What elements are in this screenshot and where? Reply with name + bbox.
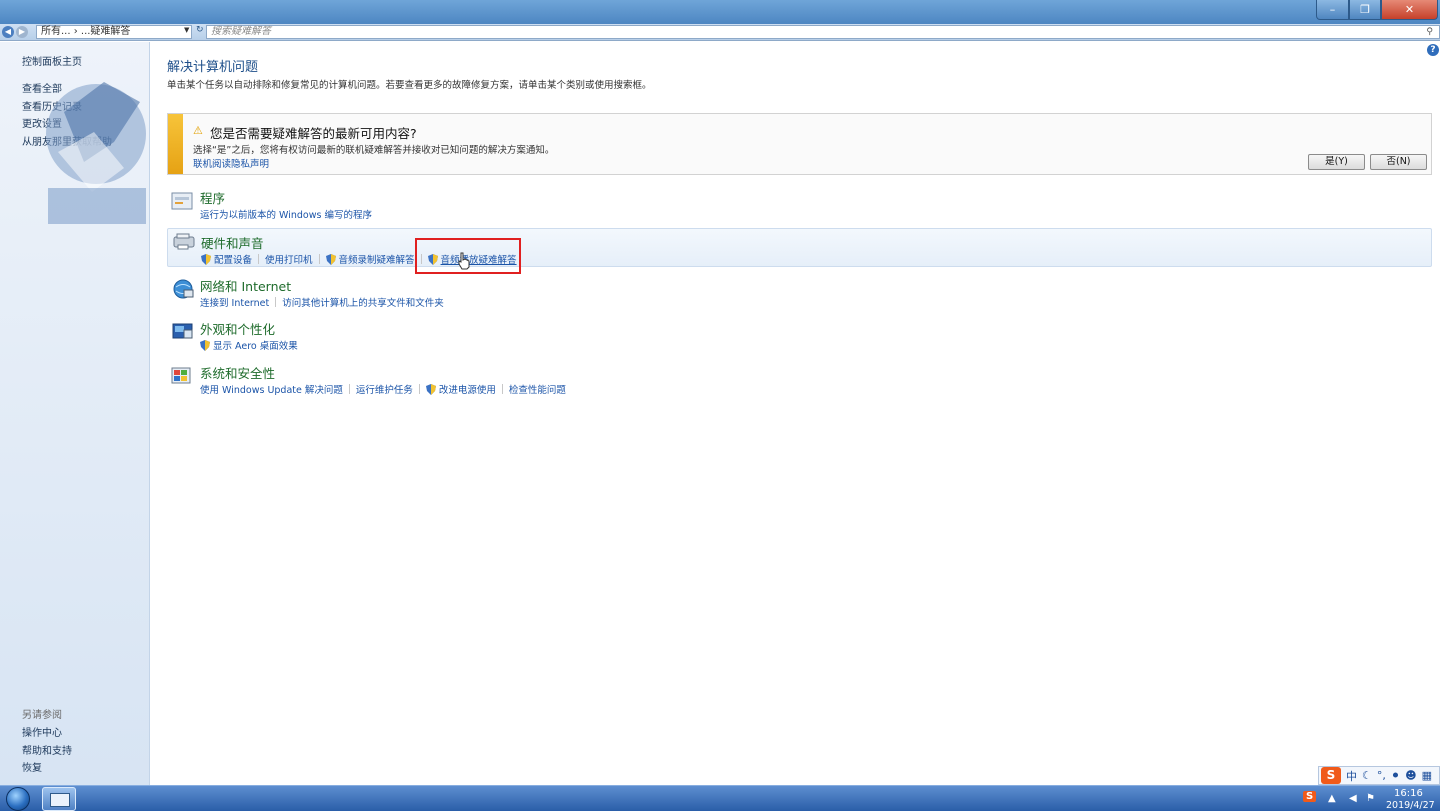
close-icon: ✕ <box>1404 3 1415 16</box>
tray-ime-icon[interactable]: S <box>1303 791 1317 802</box>
warning-icon: ⚠ <box>193 124 203 137</box>
ime-toolbar: S 中 ☾ °, ⚫ ☻ ▦ <box>1318 766 1440 785</box>
address-bar-row: ◀ ▶ 所有... › ...疑难解答 ▼ ↻ 搜索疑难解答 ⚲ <box>0 24 1440 41</box>
network-icon <box>173 279 194 299</box>
category-network: 网络和 Internet 连接到 Internet 访问其他计算机上的共享文件和… <box>167 276 1432 309</box>
minimize-icon: – <box>1329 3 1336 16</box>
clock-time[interactable]: 16:16 <box>1394 788 1423 799</box>
category-system-security: 系统和安全性 使用 Windows Update 解决问题 运行维护任务 改进电… <box>167 363 1432 396</box>
no-button[interactable]: 否(N) <box>1370 154 1427 170</box>
privacy-statement-link[interactable]: 联机阅读隐私声明 <box>193 156 269 170</box>
taskbar-control-panel[interactable] <box>42 787 76 811</box>
microphone-icon[interactable]: ⚫ <box>1391 769 1400 782</box>
uac-shield-icon <box>325 253 336 265</box>
refresh-icon[interactable]: ↻ <box>196 25 206 35</box>
uac-shield-icon <box>201 253 211 265</box>
notice-stripe <box>168 114 183 174</box>
task-link-maintenance[interactable]: 运行维护任务 <box>356 382 413 396</box>
minimize-button[interactable]: – <box>1316 0 1349 20</box>
sidebar-link-home[interactable]: 控制面板主页 <box>22 53 82 68</box>
ime-language-toggle[interactable]: 中 <box>1346 768 1357 784</box>
category-title-system-security[interactable]: 系统和安全性 <box>200 363 275 382</box>
update-notice-panel: ⚠ 您是否需要疑难解答的最新可用内容? 选择“是”之后，您将有权访问最新的联机疑… <box>167 113 1432 175</box>
hand-cursor-icon <box>458 252 470 270</box>
notice-title: 您是否需要疑难解答的最新可用内容? <box>210 126 417 141</box>
category-programs: 程序 运行为以前版本的 Windows 编写的程序 <box>167 188 1432 221</box>
task-link-aero[interactable]: 显示 Aero 桌面效果 <box>200 338 298 352</box>
category-title-appearance[interactable]: 外观和个性化 <box>200 319 275 338</box>
notice-text: 选择“是”之后，您将有权访问最新的联机疑难解答并接收对已知问题的解决方案通知。 <box>193 145 555 156</box>
uac-shield-icon <box>200 339 210 351</box>
control-panel-icon <box>50 793 70 807</box>
help-icon[interactable]: ? <box>1427 44 1439 56</box>
task-link-windows-update[interactable]: 使用 Windows Update 解决问题 <box>200 382 343 396</box>
action-center-flag-icon[interactable]: ⚑ <box>1366 793 1375 804</box>
task-link-power[interactable]: 改进电源使用 <box>425 382 496 396</box>
category-title-network[interactable]: 网络和 Internet <box>200 276 291 295</box>
taskbar: S ▲ ◀ ⚑ 16:16 2019/4/27 <box>0 785 1440 811</box>
see-also-heading: 另请参阅 <box>22 710 62 721</box>
back-button[interactable]: ◀ <box>2 26 14 38</box>
maximize-button[interactable]: ❐ <box>1349 0 1381 20</box>
see-also-help-support[interactable]: 帮助和支持 <box>22 742 72 757</box>
yes-button[interactable]: 是(Y) <box>1308 154 1365 170</box>
task-link-configure-device[interactable]: 配置设备 <box>201 252 252 266</box>
sidebar: 控制面板主页 查看全部 查看历史记录 更改设置 从朋友那里获取帮助 另请参阅 操… <box>0 42 150 785</box>
category-hardware-sound: 硬件和声音 配置设备 使用打印机 音频录制疑难解答 音频播放疑难解答 <box>167 228 1432 267</box>
back-arrow-icon: ◀ <box>4 27 12 36</box>
category-title-programs[interactable]: 程序 <box>200 188 225 207</box>
hardware-sound-icon <box>173 233 195 250</box>
link-separator <box>348 384 350 394</box>
tray-expand-icon[interactable]: ▲ <box>1328 793 1336 804</box>
task-link-shared-files[interactable]: 访问其他计算机上的共享文件和文件夹 <box>282 295 444 309</box>
clock-date[interactable]: 2019/4/27 <box>1386 800 1435 811</box>
address-dropdown-icon[interactable]: ▼ <box>184 26 189 34</box>
search-input[interactable]: 搜索疑难解答 ⚲ <box>206 25 1440 39</box>
user-icon[interactable]: ☻ <box>1405 769 1416 782</box>
forward-button[interactable]: ▶ <box>16 26 28 38</box>
close-button[interactable]: ✕ <box>1381 0 1438 20</box>
link-separator <box>501 384 503 394</box>
task-link-connect-internet[interactable]: 连接到 Internet <box>200 295 269 309</box>
title-bar: – ❐ ✕ <box>0 0 1440 24</box>
search-placeholder: 搜索疑难解答 <box>211 26 271 37</box>
forward-arrow-icon: ▶ <box>18 27 26 36</box>
category-appearance: 外观和个性化 显示 Aero 桌面效果 <box>167 319 1432 352</box>
punctuation-icon[interactable]: °, <box>1377 769 1386 782</box>
start-button[interactable] <box>6 787 30 811</box>
category-title-hardware-sound[interactable]: 硬件和声音 <box>201 233 264 252</box>
address-box[interactable]: 所有... › ...疑难解答 <box>36 25 192 39</box>
appearance-icon <box>172 323 193 339</box>
link-separator <box>258 254 260 264</box>
link-separator <box>275 297 277 307</box>
search-icon[interactable]: ⚲ <box>1426 26 1433 38</box>
system-security-icon <box>171 367 191 384</box>
toolbox-icon[interactable]: ▦ <box>1422 769 1432 782</box>
task-link-compat[interactable]: 运行为以前版本的 Windows 编写的程序 <box>200 207 372 221</box>
main-content: ? 解决计算机问题 单击某个任务以自动排除和修复常见的计算机问题。若要查看更多的… <box>151 42 1440 785</box>
see-also-action-center[interactable]: 操作中心 <box>22 724 62 739</box>
restore-icon: ❐ <box>1360 3 1370 16</box>
task-link-audio-recording[interactable]: 音频录制疑难解答 <box>325 252 415 266</box>
volume-icon[interactable]: ◀ <box>1349 793 1357 804</box>
half-width-moon-icon[interactable]: ☾ <box>1362 769 1372 782</box>
programs-icon <box>171 192 193 210</box>
watermark-logo <box>46 82 146 224</box>
page-description: 单击某个任务以自动排除和修复常见的计算机问题。若要查看更多的故障修复方案，请单击… <box>167 80 652 91</box>
task-link-use-printer[interactable]: 使用打印机 <box>265 252 313 266</box>
ime-brand-icon[interactable]: S <box>1321 767 1341 784</box>
breadcrumb: 所有... › ...疑难解答 <box>41 26 131 37</box>
link-separator <box>318 254 320 264</box>
page-title: 解决计算机问题 <box>167 60 259 75</box>
uac-shield-icon <box>425 383 436 395</box>
see-also-recovery[interactable]: 恢复 <box>22 759 42 774</box>
task-link-performance[interactable]: 检查性能问题 <box>509 382 566 396</box>
link-separator <box>418 384 420 394</box>
